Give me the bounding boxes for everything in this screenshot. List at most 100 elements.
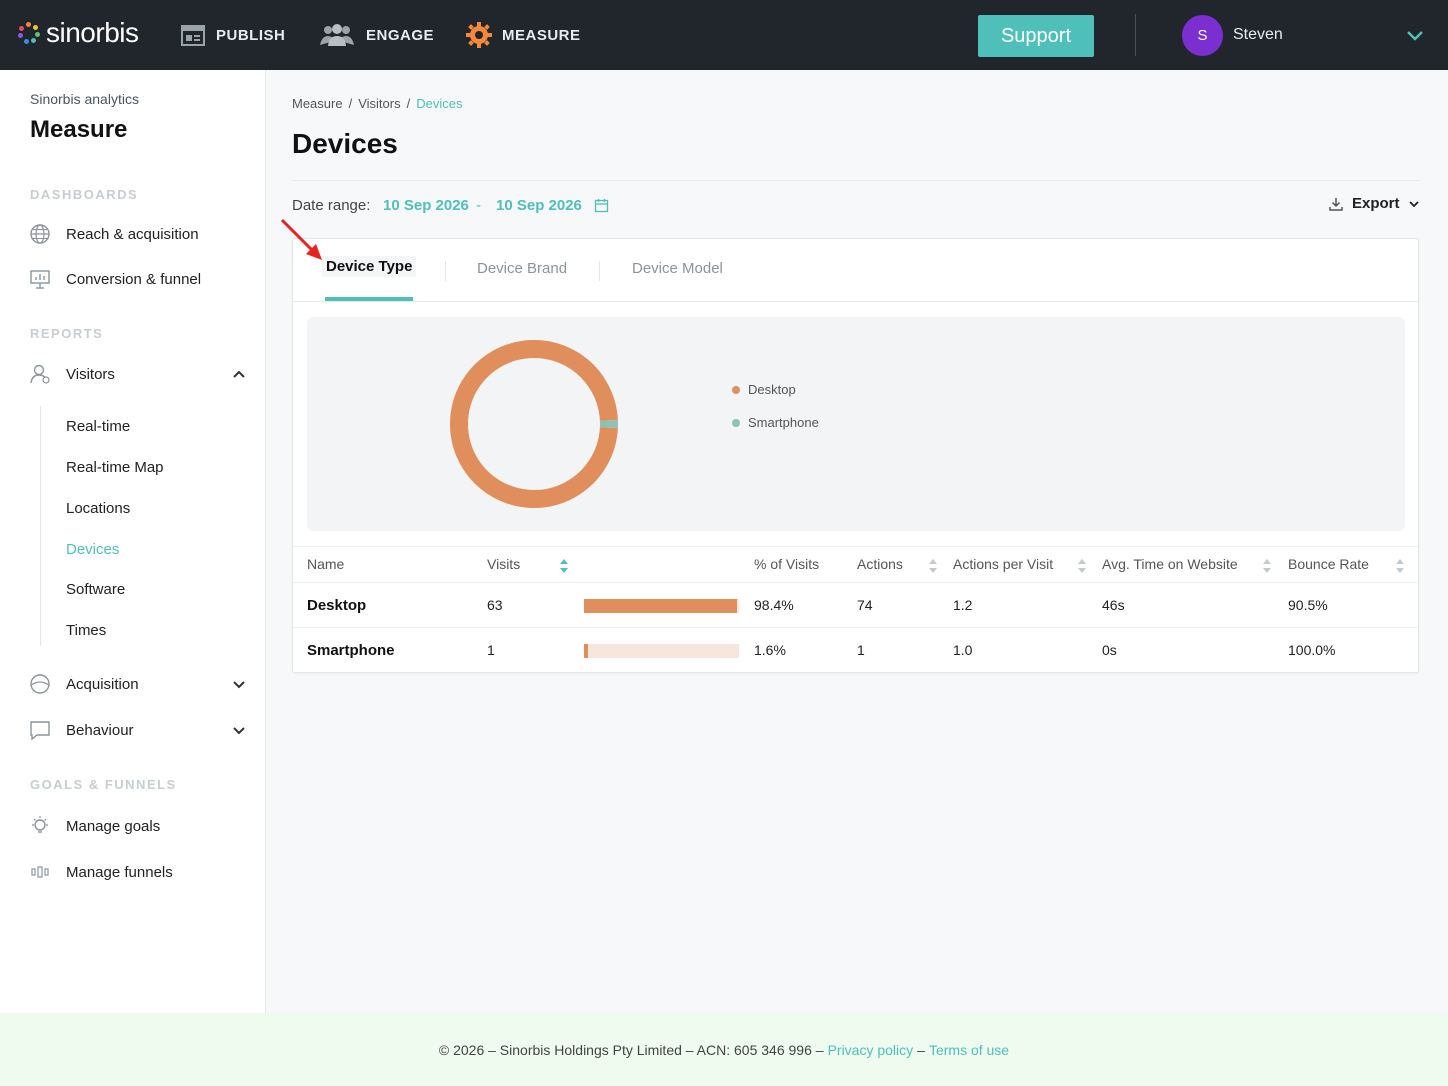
sidebar-item-acquisition[interactable]: Acquisition [28,672,139,696]
sidebar-item-real-time-map[interactable]: Real-time Map [66,459,164,476]
sort-icon[interactable] [559,558,569,574]
sidebar-item-reach-acquisition[interactable]: Reach & acquisition [28,222,199,246]
chevron-down-icon [1408,200,1419,207]
column-header-actions[interactable]: Actions [857,556,903,572]
cell-pct-visits: 98.4% [754,597,794,613]
sort-icon[interactable] [1077,558,1087,574]
cell-actions: 74 [857,597,873,613]
tab-device-type[interactable]: Device Type [322,256,417,277]
breadcrumb-devices: Devices [416,96,463,111]
nav-divider [1135,14,1136,56]
tab-device-model[interactable]: Device Model [632,260,723,277]
sidebar-item-software[interactable]: Software [66,581,125,598]
privacy-policy-link[interactable]: Privacy policy [828,1042,914,1058]
table-row[interactable]: Desktop 63 98.4% 74 1.2 46s 90.5% [293,583,1418,628]
support-button[interactable]: Support [978,15,1094,57]
download-icon [1329,197,1343,211]
chevron-down-icon[interactable] [231,679,247,691]
sidebar-item-devices[interactable]: Devices [66,541,119,558]
tab-separator [445,261,446,281]
visits-bar-fill [584,599,737,613]
donut-slice-desktop[interactable] [450,340,618,508]
sort-icon[interactable] [1395,558,1405,574]
sidebar-item-label: Reach & acquisition [66,225,199,243]
chat-icon [28,718,52,742]
cell-visits: 1 [487,642,495,658]
footer: © 2026 – Sinorbis Holdings Pty Limited –… [0,1013,1448,1086]
globe-half-icon [28,672,52,696]
sidebar-item-conversion-funnel[interactable]: Conversion & funnel [28,267,201,291]
legend-dot [732,418,740,427]
legend-item-desktop[interactable]: Desktop [732,382,796,397]
publish-icon [181,25,205,46]
column-header-pct-visits[interactable]: % of Visits [754,556,819,572]
column-header-visits[interactable]: Visits [487,556,520,572]
column-header-avg-time[interactable]: Avg. Time on Website [1102,556,1238,572]
date-range-label: Date range: [292,197,371,214]
avatar[interactable]: S [1182,15,1223,56]
terms-of-use-link[interactable]: Terms of use [929,1042,1009,1058]
sidebar-item-times[interactable]: Times [66,622,106,639]
column-header-actions-per-visit[interactable]: Actions per Visit [953,556,1053,572]
breadcrumb: Measure / Visitors / Devices [292,96,462,111]
lightbulb-icon [28,814,52,838]
calendar-icon[interactable] [594,198,609,213]
column-header-name[interactable]: Name [307,556,344,572]
cell-avg-time: 46s [1102,597,1125,613]
chevron-down-icon[interactable] [1406,28,1424,42]
breadcrumb-separator: / [348,96,353,111]
sidebar-item-manage-goals[interactable]: Manage goals [28,814,160,838]
legend-dot [732,385,740,394]
legend-label: Desktop [748,382,796,397]
breadcrumb-measure[interactable]: Measure [292,96,343,111]
nav-engage[interactable]: ENGAGE [318,22,434,48]
devices-card: Device Type Device Brand Device Model De… [292,238,1419,673]
visits-bar-track [584,599,739,613]
column-header-bounce-rate[interactable]: Bounce Rate [1288,556,1369,572]
sidebar-item-label: Behaviour [66,721,134,739]
cell-name: Smartphone [307,642,395,659]
gear-icon [466,22,492,48]
date-range-end[interactable]: 10 Sep 2026 [496,197,582,214]
date-range-start[interactable]: 10 Sep 2026 [383,197,469,214]
submenu-guide-line [40,406,41,646]
legend-label: Smartphone [748,415,819,430]
tab-device-brand[interactable]: Device Brand [477,260,567,277]
legend-item-smartphone[interactable]: Smartphone [732,415,819,430]
chevron-down-icon[interactable] [231,725,247,737]
nav-measure[interactable]: MEASURE [466,22,581,48]
tab-separator [599,261,600,281]
sidebar: Sinorbis analytics Measure DASHBOARDS Re… [0,70,266,1013]
sort-icon[interactable] [1262,558,1272,574]
user-icon [28,362,52,386]
user-name[interactable]: Steven [1233,26,1283,44]
sidebar-item-manage-funnels[interactable]: Manage funnels [28,860,173,884]
chevron-up-icon[interactable] [231,368,247,380]
sidebar-item-real-time[interactable]: Real-time [66,418,130,435]
breadcrumb-visitors[interactable]: Visitors [358,96,400,111]
sidebar-item-label: Conversion & funnel [66,270,202,288]
date-range-dash: - [476,197,481,214]
section-dashboards: DASHBOARDS [30,187,139,202]
cell-name: Desktop [307,597,367,614]
sidebar-item-behaviour[interactable]: Behaviour [28,718,134,742]
export-button[interactable]: Export [1328,195,1420,212]
sidebar-item-visitors[interactable]: Visitors [28,362,115,386]
sidebar-item-label: Manage funnels [66,863,173,881]
cell-actions: 1 [857,642,865,658]
page-title: Devices [292,128,398,159]
sidebar-item-locations[interactable]: Locations [66,500,130,517]
sort-icon[interactable] [928,558,938,574]
section-goals-funnels: GOALS & FUNNELS [30,777,177,792]
cell-bounce-rate: 90.5% [1288,597,1328,613]
sidebar-item-label: Visitors [66,365,115,383]
presentation-icon [28,267,52,291]
table-row[interactable]: Smartphone 1 1.6% 1 1.0 0s 100.0% [293,628,1418,673]
nav-engage-label: ENGAGE [366,26,435,44]
cell-actions-per-visit: 1.2 [953,597,973,613]
people-icon [320,24,354,46]
sidebar-subtitle: Sinorbis analytics [30,91,139,107]
brand-logo[interactable]: sinorbis [18,17,139,48]
nav-publish[interactable]: PUBLISH [180,22,285,48]
brand-name: sinorbis [46,17,139,48]
